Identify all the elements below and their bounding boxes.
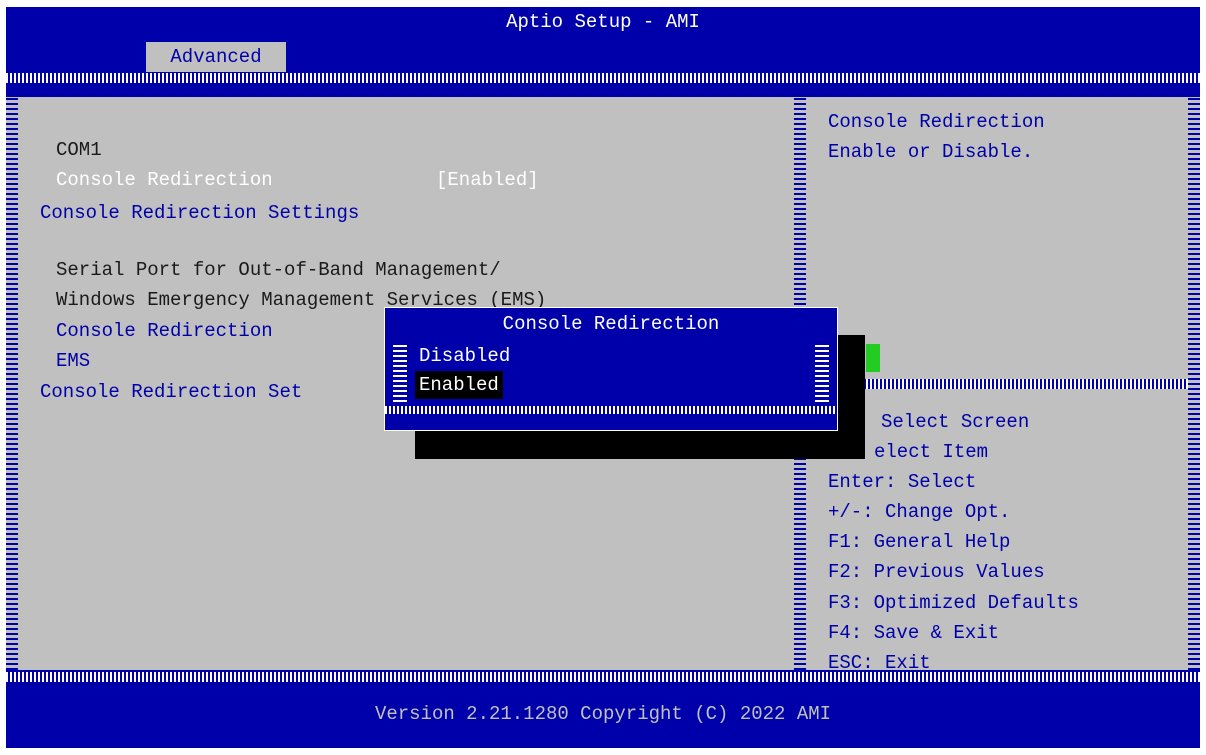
popup-right-border	[815, 342, 829, 402]
key-f2: F2: Previous Values	[828, 561, 1045, 583]
help-title: Console Redirection	[828, 111, 1045, 133]
tab-advanced[interactable]: Advanced	[146, 42, 286, 72]
popup-left-border	[393, 342, 407, 402]
ems-label: EMS	[56, 350, 91, 372]
top-border	[6, 73, 1200, 83]
key-select-item: elect Item	[874, 441, 989, 463]
oob-heading-line1: Serial Port for Out-of-Band Management/	[56, 259, 501, 281]
key-f4: F4: Save & Exit	[828, 622, 1000, 644]
key-enter: Enter: Select	[828, 471, 977, 493]
left-border	[6, 97, 18, 670]
window-title: Aptio Setup - AMI	[506, 11, 700, 33]
key-f3: F3: Optimized Defaults	[828, 592, 1079, 614]
right-border	[1188, 97, 1200, 670]
help-separator	[834, 379, 1188, 389]
console-redirection-value[interactable]: [Enabled]	[436, 165, 539, 195]
com1-label: COM1	[56, 139, 102, 161]
popup-bottom-border	[385, 406, 837, 414]
ems-redirection-settings-link[interactable]: Console Redirection Set	[40, 377, 302, 407]
help-description: Enable or Disable.	[828, 141, 1034, 163]
text-cursor	[866, 344, 880, 372]
bios-screen: Aptio Setup - AMI Advanced COM1 Console …	[6, 7, 1200, 748]
key-change-opt: +/-: Change Opt.	[828, 501, 1011, 523]
key-f1: F1: General Help	[828, 531, 1011, 553]
console-redirection-label[interactable]: Console Redirection	[56, 165, 273, 195]
console-redirection-popup: Console Redirection Disabled Enabled	[384, 307, 838, 431]
ems-console-redirection-label[interactable]: Console Redirection	[56, 316, 273, 346]
key-select-screen: Select Screen	[881, 411, 1030, 433]
option-enabled[interactable]: Enabled	[415, 371, 503, 399]
console-redirection-settings-link[interactable]: Console Redirection Settings	[40, 198, 359, 228]
version-footer: Version 2.21.1280 Copyright (C) 2022 AMI	[374, 703, 832, 725]
popup-title: Console Redirection	[502, 313, 720, 335]
option-disabled[interactable]: Disabled	[415, 342, 514, 370]
bottom-border	[6, 672, 1200, 682]
